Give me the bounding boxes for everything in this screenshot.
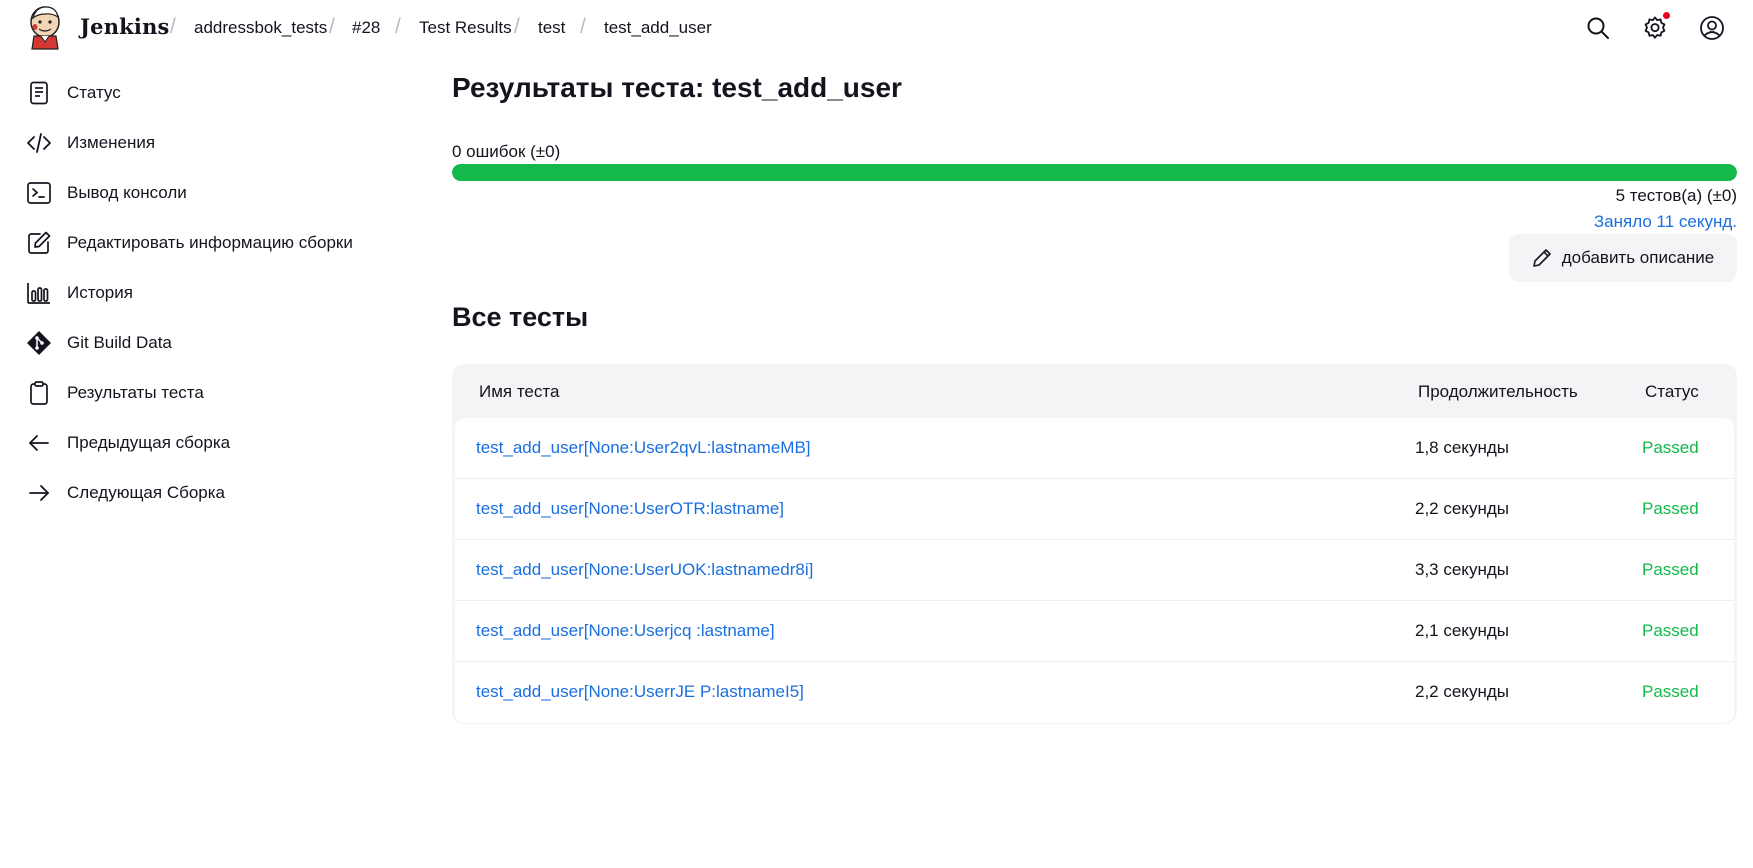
table-row: test_add_user[None:UserUOK:lastnamedr8i]…: [455, 540, 1734, 601]
test-progress-bar: [452, 164, 1737, 181]
test-status: Passed: [1642, 682, 1699, 701]
test-name-link[interactable]: test_add_user[None:Userjcq :lastname]: [476, 621, 775, 641]
test-duration: 2,1 секунды: [1415, 621, 1509, 640]
test-name-link[interactable]: test_add_user[None:UserOTR:lastname]: [476, 499, 784, 519]
sidebar-item-label: Git Build Data: [67, 333, 172, 352]
notification-dot: [1663, 12, 1670, 19]
breadcrumb-package[interactable]: test: [538, 18, 565, 38]
breadcrumb-separator: /: [395, 15, 401, 38]
code-icon: [27, 133, 51, 153]
failures-summary: 0 ошибок (±0): [452, 142, 561, 161]
breadcrumb-separator: /: [580, 15, 586, 38]
sidebar-item-label: Результаты теста: [67, 383, 204, 402]
settings-icon[interactable]: [1642, 15, 1668, 41]
column-header-status[interactable]: Статус: [1645, 382, 1699, 402]
sidebar-item-git-build-data[interactable]: Git Build Data: [26, 323, 406, 363]
sidebar-item-label: Редактировать информацию сборки: [67, 233, 353, 252]
sidebar-item-test-results[interactable]: Результаты теста: [26, 373, 406, 413]
sidebar-item-status[interactable]: Статус: [26, 73, 406, 113]
tests-count: 5 тестов(а) (±0): [1615, 186, 1737, 205]
breadcrumb-separator: /: [514, 15, 520, 38]
breadcrumb-build[interactable]: #28: [352, 18, 380, 38]
breadcrumb-separator: /: [329, 15, 335, 38]
sidebar-item-label: Предыдущая сборка: [67, 433, 231, 452]
breadcrumb: / addressbok_tests / #28 / Test Results …: [0, 0, 900, 56]
column-header-name[interactable]: Имя теста: [479, 382, 559, 402]
test-duration: 1,8 секунды: [1415, 438, 1509, 457]
breadcrumb-current[interactable]: test_add_user: [604, 18, 712, 38]
sidebar-item-label: Следующая Сборка: [67, 483, 226, 502]
test-name-link[interactable]: test_add_user[None:User2qvL:lastnameMB]: [476, 438, 811, 458]
breadcrumb-test-results[interactable]: Test Results: [419, 18, 512, 38]
test-name-link[interactable]: test_add_user[None:UserrJE P:lastnameI5]: [476, 682, 804, 702]
sidebar-item-label: Вывод консоли: [67, 183, 187, 202]
sidebar-item-label: История: [67, 283, 133, 302]
test-duration: 3,3 секунды: [1415, 560, 1509, 579]
top-bar: Jenkins / addressbok_tests / #28 / Test …: [0, 0, 1753, 56]
history-icon: [27, 283, 50, 304]
sidebar-item-label: Изменения: [67, 133, 156, 152]
sidebar-item-changes[interactable]: Изменения: [26, 123, 406, 163]
tests-table: Имя теста Продолжительность Статус test_…: [452, 364, 1737, 724]
arrow-left-icon: [29, 435, 49, 451]
test-status: Passed: [1642, 621, 1699, 640]
user-icon[interactable]: [1699, 15, 1725, 41]
table-row: test_add_user[None:UserrJE P:lastnameI5]…: [455, 662, 1734, 723]
table-body: test_add_user[None:User2qvL:lastnameMB] …: [455, 418, 1734, 723]
add-description-label: добавить описание: [1561, 248, 1715, 267]
status-icon: [30, 81, 48, 105]
edit-icon: [28, 231, 51, 254]
terminal-icon: [27, 182, 51, 204]
sidebar-item-history[interactable]: История: [26, 273, 406, 313]
search-icon[interactable]: [1585, 15, 1611, 41]
sidebar-item-edit-build-info[interactable]: Редактировать информацию сборки: [26, 223, 406, 263]
test-progress-fill: [452, 164, 1737, 181]
test-status: Passed: [1642, 560, 1699, 579]
pencil-icon: [1532, 249, 1551, 267]
clipboard-icon: [30, 381, 48, 405]
table-row: test_add_user[None:UserOTR:lastname] 2,2…: [455, 479, 1734, 540]
test-status: Passed: [1642, 438, 1699, 457]
sidebar-item-previous-build[interactable]: Предыдущая сборка: [26, 423, 406, 463]
breadcrumb-job[interactable]: addressbok_tests: [194, 18, 327, 38]
table-row: test_add_user[None:Userjcq :lastname] 2,…: [455, 601, 1734, 662]
arrow-right-icon: [29, 485, 49, 501]
test-name-link[interactable]: test_add_user[None:UserUOK:lastnamedr8i]: [476, 560, 813, 580]
all-tests-heading: Все тесты: [452, 302, 589, 332]
sidebar-item-console[interactable]: Вывод консоли: [26, 173, 406, 213]
table-header: Имя теста Продолжительность Статус: [455, 364, 1734, 418]
test-duration: 2,2 секунды: [1415, 499, 1509, 518]
page-title: Результаты теста: test_add_user: [452, 72, 902, 103]
test-status: Passed: [1642, 499, 1699, 518]
duration-link[interactable]: Заняло 11 секунд.: [1594, 212, 1737, 232]
column-header-duration[interactable]: Продолжительность: [1418, 382, 1578, 402]
add-description-button[interactable]: добавить описание: [1509, 234, 1737, 282]
sidebar-item-next-build[interactable]: Следующая Сборка: [26, 473, 406, 513]
test-duration: 2,2 секунды: [1415, 682, 1509, 701]
table-row: test_add_user[None:User2qvL:lastnameMB] …: [455, 418, 1734, 479]
git-icon: [27, 331, 51, 355]
breadcrumb-separator: /: [170, 15, 176, 38]
sidebar-item-label: Статус: [67, 83, 121, 102]
